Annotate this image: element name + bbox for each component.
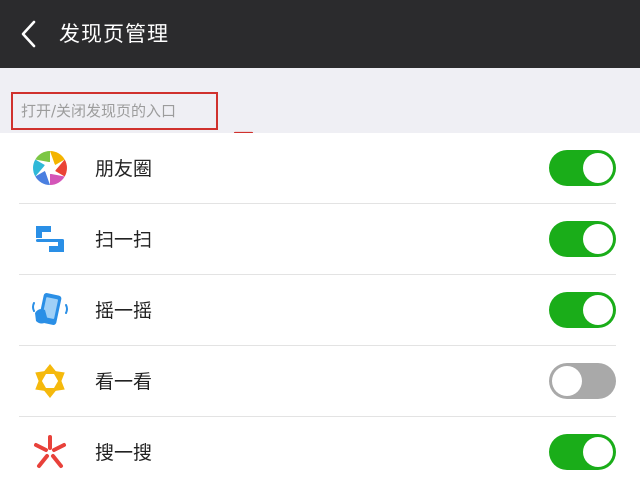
top-stories-icon — [35, 364, 65, 398]
toggle-knob — [583, 224, 613, 254]
list-item-label: 朋友圈 — [95, 158, 153, 180]
search-spark-icon — [34, 435, 66, 468]
list-item-moments: 朋友圈 — [0, 133, 640, 204]
page-title: 发现页管理 — [59, 22, 169, 46]
chevron-left-icon[interactable] — [18, 19, 40, 49]
list-item-scan: 扫一扫 — [0, 204, 640, 275]
list-item-label: 扫一扫 — [95, 229, 153, 251]
list-item-label: 看一看 — [95, 371, 153, 393]
scan-toggle[interactable] — [549, 221, 616, 257]
toggle-knob — [583, 437, 613, 467]
discover-entries-list: 朋友圈 扫一扫 摇一摇 看一看 搜一搜 — [0, 133, 640, 487]
annotation-highlight-box — [11, 92, 218, 130]
list-item-shake: 摇一摇 — [0, 275, 640, 346]
list-item-label: 摇一摇 — [95, 300, 153, 322]
list-item-top-stories: 看一看 — [0, 346, 640, 417]
list-item-label: 搜一搜 — [95, 442, 153, 464]
top-nav-bar: 发现页管理 — [0, 0, 640, 68]
moments-aperture-icon — [33, 151, 67, 185]
toggle-knob — [552, 366, 582, 396]
list-item-search: 搜一搜 — [0, 417, 640, 487]
search-toggle[interactable] — [549, 434, 616, 470]
shake-toggle[interactable] — [549, 292, 616, 328]
moments-toggle[interactable] — [549, 150, 616, 186]
toggle-knob — [583, 295, 613, 325]
toggle-knob — [583, 153, 613, 183]
shake-phone-icon — [32, 293, 68, 325]
scan-icon — [36, 226, 64, 252]
top-stories-toggle[interactable] — [549, 363, 616, 399]
